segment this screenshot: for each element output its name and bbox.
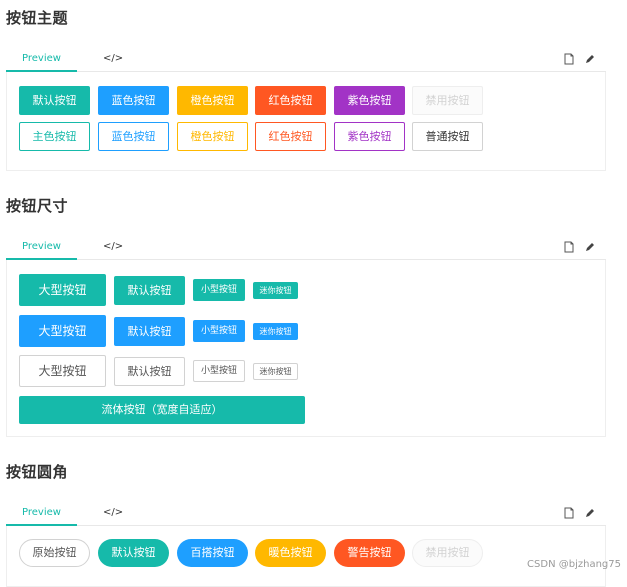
primary-outline-button[interactable]: 主色按钮 xyxy=(19,122,90,151)
mini-button[interactable]: 迷你按钮 xyxy=(253,323,298,340)
normal-outline-button[interactable]: 普通按钮 xyxy=(412,122,483,151)
preview-box: 默认按钮 蓝色按钮 橙色按钮 红色按钮 紫色按钮 禁用按钮 主色按钮 蓝色按钮 … xyxy=(6,72,606,171)
mini-button[interactable]: 迷你按钮 xyxy=(253,282,298,299)
pencil-icon[interactable] xyxy=(584,53,596,65)
small-button[interactable]: 小型按钮 xyxy=(193,279,245,301)
large-button[interactable]: 大型按钮 xyxy=(19,355,106,387)
tab-preview[interactable]: Preview xyxy=(6,235,77,260)
small-button[interactable]: 小型按钮 xyxy=(193,320,245,342)
red-button[interactable]: 红色按钮 xyxy=(255,86,326,115)
default-size-button[interactable]: 默认按钮 xyxy=(114,317,185,346)
tab-bar: Preview </> xyxy=(6,501,606,526)
red-outline-button[interactable]: 红色按钮 xyxy=(255,122,326,151)
normal-round-button[interactable]: 百搭按钮 xyxy=(177,539,248,567)
copy-icon[interactable] xyxy=(563,507,575,519)
large-button[interactable]: 大型按钮 xyxy=(19,274,106,306)
blue-outline-button[interactable]: 蓝色按钮 xyxy=(98,122,169,151)
large-button[interactable]: 大型按钮 xyxy=(19,315,106,347)
tab-code[interactable]: </> xyxy=(103,47,123,70)
tab-code[interactable]: </> xyxy=(103,235,123,258)
purple-button[interactable]: 紫色按钮 xyxy=(334,86,405,115)
section-title: 按钮主题 xyxy=(6,9,69,27)
section-title: 按钮圆角 xyxy=(6,463,69,481)
blue-button[interactable]: 蓝色按钮 xyxy=(98,86,169,115)
warm-round-button[interactable]: 暖色按钮 xyxy=(255,539,326,567)
original-round-button[interactable]: 原始按钮 xyxy=(19,539,90,567)
tab-code[interactable]: </> xyxy=(103,501,123,524)
default-button[interactable]: 默认按钮 xyxy=(19,86,90,115)
preview-box: 大型按钮 默认按钮 小型按钮 迷你按钮 大型按钮 默认按钮 小型按钮 迷你按钮 … xyxy=(6,260,606,437)
copy-icon[interactable] xyxy=(563,241,575,253)
warning-round-button[interactable]: 警告按钮 xyxy=(334,539,405,567)
copy-icon[interactable] xyxy=(563,53,575,65)
disabled-button: 禁用按钮 xyxy=(412,86,483,115)
tab-bar: Preview </> xyxy=(6,47,606,72)
disabled-round-button: 禁用按钮 xyxy=(412,539,483,567)
preview-box: 原始按钮 默认按钮 百搭按钮 暖色按钮 警告按钮 禁用按钮 xyxy=(6,526,606,587)
orange-outline-button[interactable]: 橙色按钮 xyxy=(177,122,248,151)
fluid-button[interactable]: 流体按钮（宽度自适应） xyxy=(19,396,305,424)
default-size-button[interactable]: 默认按钮 xyxy=(114,276,185,305)
tab-preview[interactable]: Preview xyxy=(6,501,77,526)
section-title: 按钮尺寸 xyxy=(6,197,69,215)
watermark: CSDN @bjzhang75 xyxy=(527,559,621,570)
default-round-button[interactable]: 默认按钮 xyxy=(98,539,169,567)
pencil-icon[interactable] xyxy=(584,507,596,519)
mini-button[interactable]: 迷你按钮 xyxy=(253,363,298,380)
small-button[interactable]: 小型按钮 xyxy=(193,360,245,382)
pencil-icon[interactable] xyxy=(584,241,596,253)
orange-button[interactable]: 橙色按钮 xyxy=(177,86,248,115)
purple-outline-button[interactable]: 紫色按钮 xyxy=(334,122,405,151)
tab-bar: Preview </> xyxy=(6,235,606,260)
tab-preview[interactable]: Preview xyxy=(6,47,77,72)
default-size-button[interactable]: 默认按钮 xyxy=(114,357,185,386)
